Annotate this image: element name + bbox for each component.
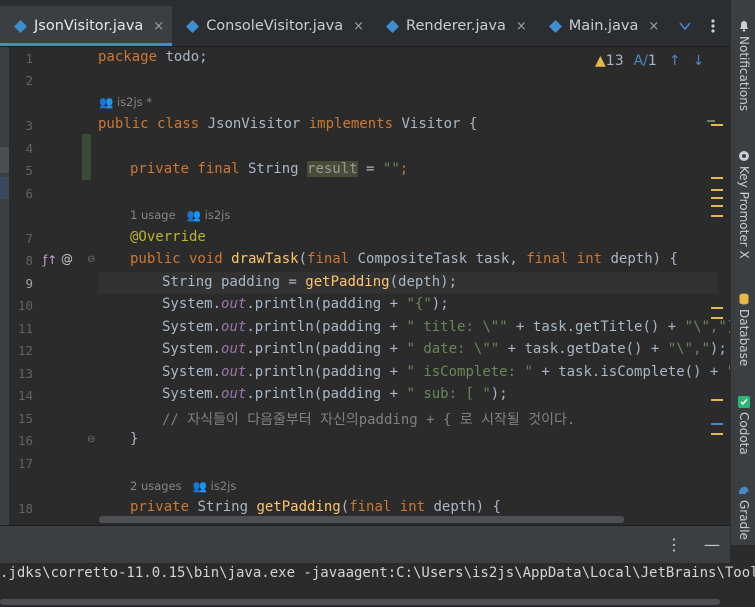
inspection-widget[interactable]: ▲13 A/1 ↑ ↓ [595, 53, 704, 69]
line-number: 4 [25, 141, 33, 156]
implement-method-icon[interactable]: ƒ↑ [43, 253, 57, 267]
tab-label: Renderer.java [406, 18, 506, 34]
codota-tool-button[interactable]: Codota [734, 396, 754, 455]
code-line: System.out.println(padding + " isComplet… [162, 364, 730, 380]
line-number: 6 [25, 186, 33, 201]
database-icon [739, 293, 749, 305]
more-options-icon[interactable]: ⋮ [666, 535, 682, 554]
spellcheck-icon: A/ [633, 53, 648, 69]
fold-icon[interactable]: ⊖ [87, 434, 95, 445]
warnings-counter[interactable]: ▲13 [595, 53, 624, 69]
weak-warnings-counter[interactable]: A/1 [634, 53, 657, 69]
code-line: // 자식들이 다음줄부터 자신의padding + { 로 시작될 것이다. [162, 412, 576, 428]
tab-main[interactable]: Main.java × [535, 6, 668, 46]
line-number: 3 [25, 118, 33, 133]
code-line: @Override [130, 229, 206, 245]
tab-label: Main.java [568, 18, 639, 34]
author-hint[interactable]: 👥 is2js * [99, 95, 152, 109]
minimize-icon[interactable]: — [704, 535, 720, 554]
line-number: 10 [17, 298, 33, 313]
gradle-tool-button[interactable]: Gradle [734, 484, 754, 540]
line-number: 14 [17, 388, 33, 403]
key-promoter-tool-button[interactable]: Key Promoter X [734, 150, 754, 259]
more-vertical-icon[interactable] [710, 18, 716, 34]
annotation-icon[interactable]: @ [61, 252, 73, 266]
user-icon: 👥 [186, 208, 205, 222]
usages-hint[interactable]: 2 usages 👥 is2js [130, 479, 236, 493]
code-line: package todo; [98, 49, 208, 65]
next-highlight-icon[interactable]: ↓ [693, 53, 705, 69]
code-line: public class JsonVisitor implements Visi… [98, 116, 478, 132]
code-line: public void drawTask(final CompositeTask… [130, 251, 678, 267]
line-number: 13 [17, 366, 33, 381]
project-panel-edge [0, 47, 9, 525]
close-icon[interactable]: × [153, 19, 164, 34]
code-line: String padding = getPadding(depth); [162, 274, 458, 290]
java-class-icon [186, 19, 200, 33]
tab-renderer[interactable]: Renderer.java × [372, 6, 535, 46]
code-line: private String getPadding(final int dept… [130, 499, 501, 515]
java-interface-icon [386, 19, 400, 33]
line-number: 15 [17, 411, 33, 426]
previous-highlight-icon[interactable]: ↑ [669, 53, 681, 69]
codota-icon [738, 396, 750, 408]
line-number: 7 [25, 231, 33, 246]
run-panel-header: ⋮ — [0, 525, 730, 564]
error-stripe[interactable] [707, 47, 727, 525]
line-number: 5 [25, 163, 33, 178]
vcs-change-marker [82, 134, 91, 180]
close-icon[interactable]: × [353, 19, 364, 34]
java-class-icon [548, 19, 562, 33]
warning-icon: ▲ [595, 53, 606, 69]
tab-label: ConsoleVisitor.java [206, 18, 344, 34]
line-number: 18 [17, 501, 33, 516]
gradle-icon [739, 486, 749, 494]
notifications-tool-button[interactable]: Notifications [734, 20, 754, 111]
line-number: 11 [17, 321, 33, 336]
run-console[interactable]: .jdks\corretto-11.0.15\bin\java.exe -jav… [0, 563, 755, 607]
tab-consolevisitor[interactable]: ConsoleVisitor.java × [172, 6, 372, 46]
line-number: 16 [17, 433, 33, 448]
user-icon: 👥 [192, 479, 211, 493]
fold-icon[interactable]: ⊖ [87, 254, 95, 265]
line-number: 8 [25, 253, 33, 268]
database-tool-button[interactable]: Database [734, 293, 754, 366]
close-icon[interactable]: × [516, 19, 527, 34]
usages-hint[interactable]: 1 usage 👥 is2js [130, 208, 230, 222]
line-number: 9 [25, 276, 33, 291]
code-line: System.out.println(padding + " title: \"… [162, 319, 730, 335]
close-icon[interactable]: × [648, 19, 659, 34]
code-line: System.out.println(padding + "{"); [162, 296, 449, 312]
line-number: 2 [25, 73, 33, 88]
line-number: 1 [25, 51, 33, 66]
java-class-icon [14, 19, 27, 33]
user-icon: 👥 [99, 95, 117, 109]
code-line: } [130, 431, 139, 447]
code-line: System.out.println(padding + " date: \""… [162, 341, 727, 357]
horizontal-scrollbar[interactable] [99, 516, 624, 523]
tab-bar-actions [678, 18, 730, 34]
console-line: .jdks\corretto-11.0.15\bin\java.exe -jav… [0, 565, 755, 581]
right-tool-window-bar: Notifications Key Promoter X Database Co… [730, 0, 755, 545]
code-line: System.out.println(padding + " sub: [ ")… [162, 386, 508, 402]
key-promoter-icon [739, 151, 749, 161]
editor-tab-bar: JsonVisitor.java × ConsoleVisitor.java ×… [0, 6, 730, 47]
bell-icon [740, 21, 748, 32]
code-editor[interactable]: ƒ↑ @ ⊖ ⊖ 1 2 3 4 5 6 7 8 9 10 11 12 13 1… [9, 47, 730, 525]
line-number: 17 [17, 456, 33, 471]
console-horizontal-scrollbar[interactable] [0, 599, 720, 605]
tab-jsonvisitor[interactable]: JsonVisitor.java × [0, 6, 173, 46]
tab-label: JsonVisitor.java [34, 18, 144, 34]
line-number: 12 [17, 343, 33, 358]
code-line: private final String result = ""; [130, 161, 409, 177]
chevron-down-icon[interactable] [678, 19, 692, 33]
